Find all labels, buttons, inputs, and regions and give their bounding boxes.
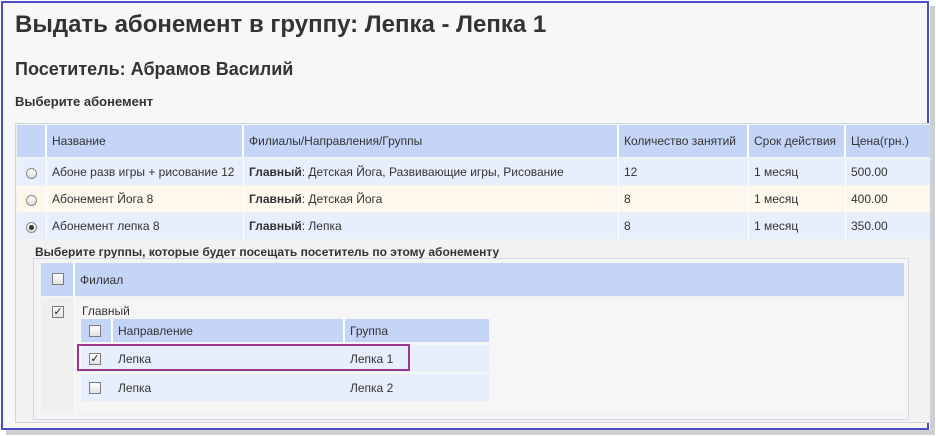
table-row-1-count: 12 xyxy=(619,159,749,185)
table-row-1-name: Абоне разв игры + рисование 12 xyxy=(47,159,244,185)
branch-label: Главный xyxy=(82,304,130,318)
group-list: : Детская Йога, Развивающие игры, Рисова… xyxy=(301,165,564,179)
table-row-3-count: 8 xyxy=(619,213,749,239)
branch-name: Главный xyxy=(249,219,302,233)
groups-header-group: Группа xyxy=(345,319,489,342)
page-title: Выдать абонемент в группу: Лепка - Лепка… xyxy=(15,11,547,38)
group-list: : Лепка xyxy=(301,219,342,233)
header-name: Название xyxy=(47,125,244,157)
table-row-2-branches: Главный: Детская Йога xyxy=(244,186,619,212)
group-row-2-direction: Лепка xyxy=(118,380,152,395)
subscription-radio-2[interactable] xyxy=(26,195,37,206)
groups-header-direction: Направление xyxy=(113,319,345,342)
header-price: Цена(грн.) xyxy=(846,125,930,157)
group-checkbox-2[interactable] xyxy=(89,382,101,394)
table-row-2-price: 400.00 xyxy=(846,186,930,212)
groups-panel-title: Выберите группы, которые будет посещать … xyxy=(35,245,500,259)
table-row-3-period: 1 месяц xyxy=(749,213,846,239)
branch-name: Главный xyxy=(249,192,302,206)
frame-shadow-bottom xyxy=(6,430,935,435)
header-count: Количество занятий xyxy=(619,125,749,157)
table-row-2-count: 8 xyxy=(619,186,749,212)
table-row-2-name: Абонемент Йога 8 xyxy=(47,186,244,212)
table-row-1-price: 500.00 xyxy=(846,159,930,185)
header-select-column xyxy=(17,125,47,157)
subscription-radio-3[interactable] xyxy=(26,222,37,233)
branch-header: Филиал xyxy=(75,263,904,296)
table-row-3-name: Абонемент лепка 8 xyxy=(47,213,244,239)
group-row-2-group: Лепка 2 xyxy=(350,380,394,395)
visitor-name: Посетитель: Абрамов Василий xyxy=(15,59,294,79)
branch-checkbox-main[interactable]: ✓ xyxy=(52,306,64,318)
branch-select-all-checkbox[interactable] xyxy=(52,273,64,285)
branch-name: Главный xyxy=(249,165,302,179)
header-branches: Филиалы/Направления/Группы xyxy=(244,125,619,157)
group-list: : Детская Йога xyxy=(301,192,383,206)
selected-group-highlight xyxy=(77,344,410,371)
table-row-1-period: 1 месяц xyxy=(749,159,846,185)
table-row-3-branches: Главный: Лепка xyxy=(244,213,619,239)
groups-select-all-checkbox[interactable] xyxy=(89,325,101,337)
table-row-1-branches: Главный: Детская Йога, Развивающие игры,… xyxy=(244,159,619,185)
header-period: Срок действия xyxy=(749,125,846,157)
table-row-2-period: 1 месяц xyxy=(749,186,846,212)
choose-subscription-label: Выберите абонемент xyxy=(15,94,154,109)
subscription-radio-1[interactable] xyxy=(26,168,37,179)
table-row-3-price: 350.00 xyxy=(846,213,930,239)
